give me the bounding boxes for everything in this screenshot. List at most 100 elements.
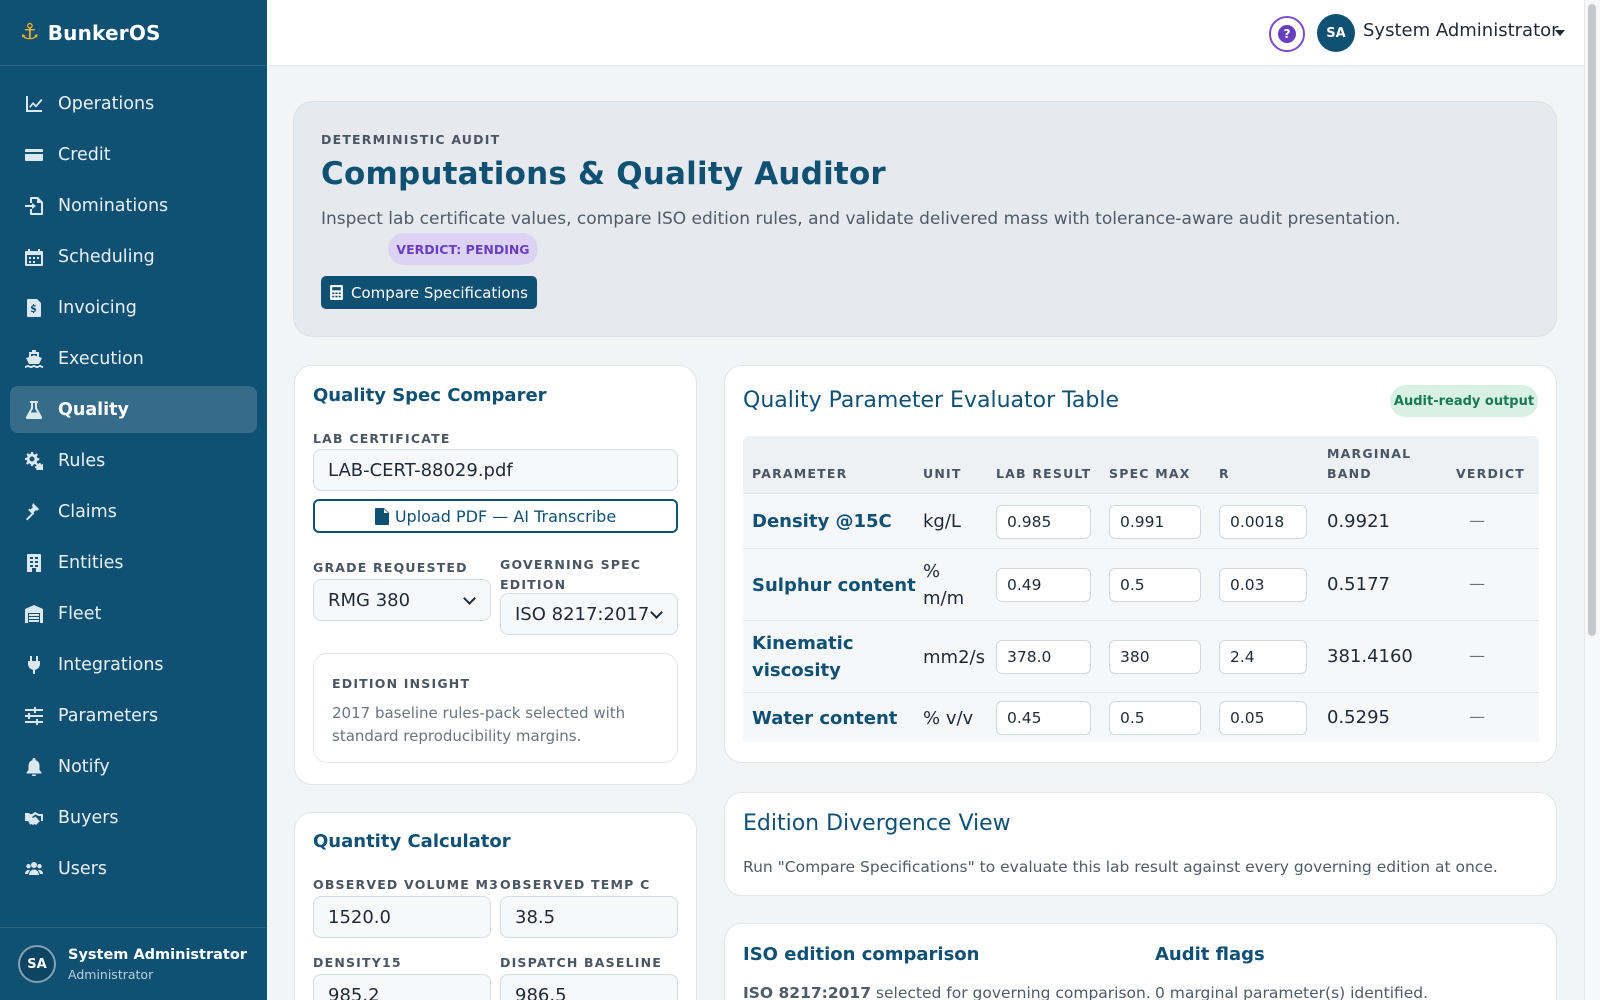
spec-max-input[interactable]: 0.5 [1109, 701, 1201, 735]
lab-result-input[interactable]: 0.49 [996, 568, 1091, 602]
quality-spec-comparer-card: Quality Spec Comparer LAB CERTIFICATE LA… [294, 365, 697, 785]
sidebar-item-operations[interactable]: Operations [10, 80, 257, 127]
edition-insight-box: EDITION INSIGHT 2017 baseline rules-pack… [313, 653, 678, 763]
audit-ready-badge: Audit-ready output [1390, 385, 1538, 417]
upload-pdf-button[interactable]: Upload PDF — AI Transcribe [313, 499, 678, 533]
sidebar-item-parameters[interactable]: Parameters [10, 692, 257, 739]
divergence-text: Run "Compare Specifications" to evaluate… [743, 858, 1498, 876]
avatar: SA [18, 945, 56, 983]
table-row: Sulphur content% m/m 0.49 0.5 0.03 0.5177 — [743, 548, 1539, 620]
r-input[interactable]: 0.03 [1219, 568, 1307, 602]
unit-cell: mm2/s [923, 644, 985, 671]
question-icon: ? [1278, 25, 1296, 43]
sidebar-item-fleet[interactable]: Fleet [10, 590, 257, 637]
verdict-value: — [1469, 707, 1485, 726]
quality-parameter-evaluator-card: Quality Parameter Evaluator Table Audit-… [724, 365, 1557, 763]
dispatch-baseline-input[interactable]: 986.5 [500, 974, 678, 1000]
sidebar-item-execution[interactable]: Execution [10, 335, 257, 382]
audit-flags-text: 0 marginal parameter(s) identified. [1155, 984, 1429, 1000]
sidebar-item-nominations[interactable]: Nominations [10, 182, 257, 229]
edition-insight-label: EDITION INSIGHT [332, 676, 471, 691]
density15-input[interactable]: 985.2 [313, 974, 491, 1000]
lab-result-input[interactable]: 0.985 [996, 504, 1091, 539]
sidebar-item-label: Notify [58, 756, 110, 777]
user-menu[interactable]: System Administrator [1363, 20, 1559, 41]
calendar-icon [24, 247, 44, 267]
sidebar-item-integrations[interactable]: Integrations [10, 641, 257, 688]
user-avatar[interactable]: SA [1317, 14, 1355, 52]
edition-divergence-card: Edition Divergence View Run "Compare Spe… [724, 792, 1557, 896]
chevron-down-icon [463, 592, 476, 605]
r-input[interactable]: 2.4 [1219, 640, 1307, 674]
sidebar-item-label: Rules [58, 450, 106, 471]
spec-max-input[interactable]: 0.991 [1109, 504, 1201, 539]
sidebar-user[interactable]: SA System Administrator Administrator [0, 927, 267, 1000]
edition-insight-text: 2017 baseline rules-pack selected with s… [332, 704, 626, 745]
sidebar-item-quality[interactable]: Quality [10, 386, 257, 433]
ship-icon [24, 349, 44, 369]
anchor-icon: ⚓ [20, 19, 40, 45]
sidebar-item-rules[interactable]: Rules [10, 437, 257, 484]
marginal-band-value: 0.5177 [1327, 574, 1390, 595]
th-unit: UNIT [923, 466, 962, 481]
scrollbar-thumb[interactable] [1588, 4, 1596, 636]
chevron-down-icon[interactable] [1555, 30, 1565, 36]
sidebar-item-credit[interactable]: Credit [10, 131, 257, 178]
th-marginal-band-line2: BAND [1327, 466, 1372, 481]
users-icon [24, 859, 44, 879]
parameter-name[interactable]: Water content [752, 705, 897, 732]
chart-line-icon [24, 94, 44, 114]
quantity-calculator-card: Quantity Calculator OBSERVED VOLUME M3 1… [294, 812, 697, 1000]
eyebrow: DETERMINISTIC AUDIT [321, 132, 501, 147]
verdict-value: — [1469, 510, 1485, 530]
help-button[interactable]: ? [1269, 16, 1305, 52]
cogs-icon [24, 451, 44, 471]
sidebar-item-notify[interactable]: Notify [10, 743, 257, 790]
sidebar-item-scheduling[interactable]: Scheduling [10, 233, 257, 280]
parameter-name[interactable]: Sulphur content [752, 572, 916, 599]
observed-temp-input[interactable]: 38.5 [500, 896, 678, 938]
plug-icon [24, 655, 44, 675]
card-title: Quantity Calculator [313, 831, 511, 852]
governing-spec-edition-value: ISO 8217:2017 [515, 603, 650, 625]
page-description: Inspect lab certificate values, compare … [321, 209, 1401, 229]
th-verdict: VERDICT [1456, 466, 1525, 481]
governing-spec-edition-label: GOVERNING SPEC EDITION [500, 555, 641, 595]
sidebar-item-claims[interactable]: Claims [10, 488, 257, 535]
brand[interactable]: ⚓ BunkerOS [0, 0, 267, 66]
audit-flags-title: Audit flags [1155, 944, 1265, 965]
unit-cell: % m/m [923, 558, 964, 612]
building-icon [24, 553, 44, 573]
spec-max-input[interactable]: 380 [1109, 640, 1201, 674]
parameter-name[interactable]: Density @15C [752, 508, 892, 535]
lab-result-input[interactable]: 378.0 [996, 640, 1091, 674]
sidebar-item-invoicing[interactable]: Invoicing [10, 284, 257, 331]
governing-spec-edition-select[interactable]: ISO 8217:2017 [500, 593, 678, 635]
file-import-icon [24, 196, 44, 216]
sidebar-item-label: Parameters [58, 705, 159, 726]
compare-specifications-button[interactable]: Compare Specifications [321, 276, 537, 309]
sidebar-item-entities[interactable]: Entities [10, 539, 257, 586]
observed-volume-input[interactable]: 1520.0 [313, 896, 491, 938]
sidebar: ⚓ BunkerOS Operations Credit Nominations Sc… [0, 0, 267, 1000]
lab-certificate-input[interactable]: LAB-CERT-88029.pdf [313, 449, 678, 491]
sidebar-item-users[interactable]: Users [10, 845, 257, 892]
dispatch-baseline-label: DISPATCH BASELINE [500, 955, 663, 970]
unit-line1: % [923, 561, 941, 582]
grade-requested-select[interactable]: RMG 380 [313, 579, 491, 621]
spec-max-input[interactable]: 0.5 [1109, 568, 1201, 602]
r-input[interactable]: 0.0018 [1219, 504, 1307, 539]
parameter-name[interactable]: Kinematic viscosity [752, 630, 854, 684]
r-input[interactable]: 0.05 [1219, 701, 1307, 735]
sidebar-item-label: Scheduling [58, 246, 155, 267]
th-parameter: PARAMETER [752, 466, 848, 481]
lab-result-input[interactable]: 0.45 [996, 701, 1091, 735]
calculator-icon [330, 285, 343, 300]
hero-panel: DETERMINISTIC AUDIT Computations & Quali… [293, 101, 1557, 337]
sidebar-item-label: Invoicing [58, 297, 137, 318]
sidebar-item-buyers[interactable]: Buyers [10, 794, 257, 841]
table-header: PARAMETER UNIT LAB RESULT SPEC MAX R MAR… [743, 436, 1539, 493]
table-row: Density @15C kg/L 0.985 0.991 0.0018 0.9921 — [743, 493, 1539, 548]
unit-line1: kg/L [923, 511, 961, 532]
parameter-name-line2: viscosity [752, 660, 841, 681]
